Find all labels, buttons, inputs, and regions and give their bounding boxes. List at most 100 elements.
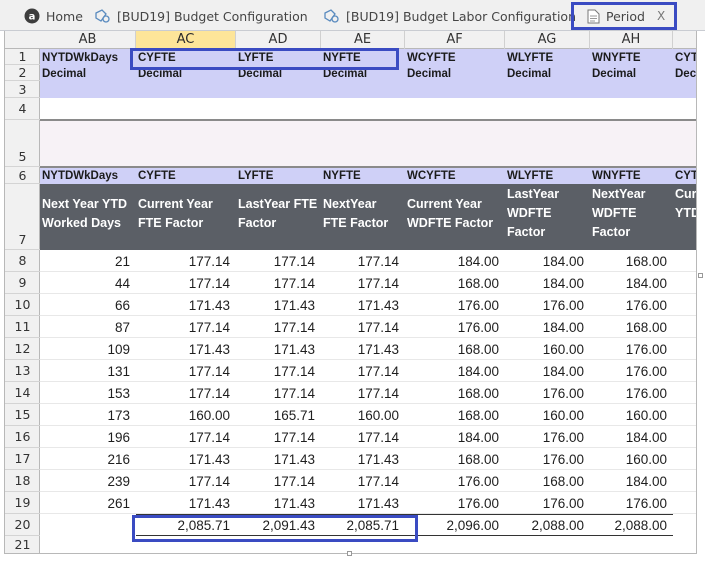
row-header[interactable]: 1 bbox=[5, 49, 40, 65]
data-cell[interactable]: 184.00 bbox=[405, 428, 499, 448]
field-code-cell[interactable]: WLYFTE bbox=[507, 169, 590, 184]
row-header[interactable]: 17 bbox=[5, 448, 40, 470]
data-cell[interactable]: 165.71 bbox=[236, 406, 315, 426]
data-cell[interactable]: 176.00 bbox=[405, 318, 499, 338]
field-code-cell[interactable]: NYFTE bbox=[323, 51, 405, 65]
data-cell[interactable]: 184.00 bbox=[590, 428, 667, 448]
data-cell[interactable]: 168.00 bbox=[405, 274, 499, 294]
data-cell[interactable]: 184.00 bbox=[590, 472, 667, 492]
column-title-cell[interactable]: Current Year FTE Factor bbox=[138, 195, 234, 259]
row-header[interactable]: 7 bbox=[5, 184, 40, 250]
data-cell[interactable]: 171.43 bbox=[321, 494, 399, 514]
total-cell[interactable]: 2,088.00 bbox=[590, 516, 667, 536]
data-cell[interactable]: 173 bbox=[40, 406, 130, 426]
field-type-cell[interactable]: Decimal bbox=[407, 67, 505, 81]
field-type-cell[interactable]: Decimal bbox=[238, 67, 321, 81]
row-header[interactable]: 19 bbox=[5, 492, 40, 514]
column-header-ah[interactable]: AH bbox=[590, 31, 673, 49]
data-cell[interactable]: 177.14 bbox=[236, 252, 315, 272]
data-cell[interactable]: 171.43 bbox=[236, 494, 315, 514]
tab-budget-labor-configuration[interactable]: [BUD19] Budget Labor Configuration bbox=[323, 4, 576, 28]
row-header[interactable]: 16 bbox=[5, 426, 40, 448]
data-cell[interactable]: 176.00 bbox=[590, 384, 667, 404]
row-header[interactable]: 18 bbox=[5, 470, 40, 492]
field-code-cell[interactable]: NYFTE bbox=[323, 169, 405, 184]
resize-handle[interactable] bbox=[698, 273, 703, 278]
row-header[interactable]: 15 bbox=[5, 404, 40, 426]
data-cell[interactable]: 160.00 bbox=[505, 340, 584, 360]
column-header-ad[interactable]: AD bbox=[236, 31, 321, 49]
column-title-cell[interactable]: Next Year YTD Worked Days bbox=[42, 195, 134, 259]
data-cell[interactable]: 239 bbox=[40, 472, 130, 492]
row-header[interactable]: 3 bbox=[5, 81, 40, 98]
data-cell[interactable]: 171.43 bbox=[136, 450, 230, 470]
data-cell[interactable]: 176.00 bbox=[590, 362, 667, 382]
row-header[interactable]: 8 bbox=[5, 250, 40, 272]
data-cell[interactable]: 261 bbox=[40, 494, 130, 514]
data-cell[interactable]: 177.14 bbox=[321, 428, 399, 448]
field-type-cell[interactable]: Decimal bbox=[138, 67, 236, 81]
field-code-cell[interactable]: NYTDWkDays bbox=[42, 51, 136, 65]
field-code-cell[interactable]: LYFTE bbox=[238, 51, 321, 65]
total-cell[interactable]: 2,088.00 bbox=[505, 516, 584, 536]
field-code-cell[interactable]: WLYFTE bbox=[507, 51, 590, 65]
data-cell[interactable]: 153 bbox=[40, 384, 130, 404]
column-title-cell[interactable]: LastYear WDFTE Factor bbox=[507, 185, 588, 249]
row-header[interactable]: 21 bbox=[5, 536, 40, 553]
data-cell[interactable]: 160.00 bbox=[590, 406, 667, 426]
data-cell[interactable]: 176.00 bbox=[405, 494, 499, 514]
data-cell[interactable]: 177.14 bbox=[236, 362, 315, 382]
data-cell[interactable]: 171.43 bbox=[321, 450, 399, 470]
field-code-cell[interactable]: WNYFTE bbox=[592, 169, 673, 184]
tab-budget-configuration[interactable]: [BUD19] Budget Configuration bbox=[94, 4, 308, 28]
data-cell[interactable]: 176.00 bbox=[590, 494, 667, 514]
data-cell[interactable]: 184.00 bbox=[405, 252, 499, 272]
field-type-cell[interactable]: Deci bbox=[675, 67, 696, 81]
tab-home[interactable]: a Home bbox=[24, 4, 83, 28]
field-code-cell[interactable]: NYTDWkDays bbox=[42, 169, 136, 184]
data-cell[interactable]: 177.14 bbox=[321, 318, 399, 338]
total-cell[interactable]: 2,091.43 bbox=[236, 516, 315, 536]
data-cell[interactable]: 87 bbox=[40, 318, 130, 338]
column-title-cell[interactable]: NextYear FTE Factor bbox=[323, 195, 403, 259]
data-cell[interactable]: 177.14 bbox=[236, 472, 315, 492]
data-cell[interactable]: 168.00 bbox=[590, 318, 667, 338]
data-cell[interactable]: 160.00 bbox=[321, 406, 399, 426]
total-cell[interactable] bbox=[40, 516, 130, 536]
total-cell[interactable]: 2,085.71 bbox=[136, 516, 230, 536]
data-cell[interactable]: 177.14 bbox=[236, 274, 315, 294]
data-cell[interactable]: 44 bbox=[40, 274, 130, 294]
data-cell[interactable]: 177.14 bbox=[236, 428, 315, 448]
data-cell[interactable]: 184.00 bbox=[505, 274, 584, 294]
row-header[interactable]: 6 bbox=[5, 167, 40, 184]
data-cell[interactable]: 168.00 bbox=[405, 340, 499, 360]
total-cell[interactable]: 2,096.00 bbox=[405, 516, 499, 536]
data-cell[interactable]: 177.14 bbox=[321, 384, 399, 404]
tab-period[interactable]: Period X bbox=[587, 4, 665, 28]
data-cell[interactable]: 177.14 bbox=[136, 428, 230, 448]
data-cell[interactable]: 168.00 bbox=[590, 252, 667, 272]
data-cell[interactable]: 168.00 bbox=[405, 450, 499, 470]
data-cell[interactable]: 160.00 bbox=[590, 450, 667, 470]
field-code-cell[interactable]: CYTI bbox=[675, 169, 696, 184]
field-code-cell[interactable]: WNYFTE bbox=[592, 51, 673, 65]
data-cell[interactable]: 177.14 bbox=[136, 472, 230, 492]
data-cell[interactable]: 176.00 bbox=[590, 296, 667, 316]
data-cell[interactable]: 171.43 bbox=[321, 296, 399, 316]
field-type-cell[interactable]: Decimal bbox=[507, 67, 590, 81]
close-icon[interactable]: X bbox=[657, 9, 665, 23]
data-cell[interactable]: 66 bbox=[40, 296, 130, 316]
field-code-cell[interactable]: WCYFTE bbox=[407, 51, 505, 65]
column-title-cell[interactable]: Current Year WDFTE Factor bbox=[407, 195, 503, 259]
row-header[interactable]: 13 bbox=[5, 360, 40, 382]
data-cell[interactable]: 177.14 bbox=[136, 252, 230, 272]
data-cell[interactable]: 176.00 bbox=[505, 450, 584, 470]
data-cell[interactable]: 171.43 bbox=[136, 296, 230, 316]
field-type-cell[interactable]: Decimal bbox=[592, 67, 673, 81]
data-cell[interactable]: 176.00 bbox=[405, 472, 499, 492]
data-cell[interactable]: 176.00 bbox=[590, 340, 667, 360]
data-cell[interactable]: 177.14 bbox=[321, 252, 399, 272]
data-cell[interactable]: 109 bbox=[40, 340, 130, 360]
column-title-cell[interactable]: NextYear WDFTE Factor bbox=[592, 185, 671, 249]
data-cell[interactable]: 184.00 bbox=[405, 362, 499, 382]
